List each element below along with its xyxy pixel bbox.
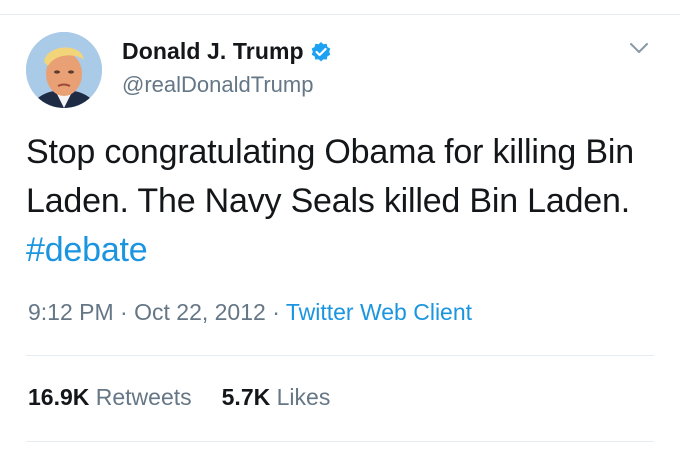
author-handle[interactable]: @realDonaldTrump — [122, 72, 313, 98]
author-name[interactable]: Donald J. Trump — [122, 38, 304, 65]
chevron-down-icon[interactable] — [628, 40, 650, 56]
tweet-body: Stop congratulating Obama for killing Bi… — [26, 133, 634, 220]
top-divider — [0, 14, 680, 15]
meta-separator: · — [265, 299, 286, 325]
verified-badge-icon — [310, 41, 332, 63]
retweets-stat[interactable]: 16.9K Retweets — [28, 384, 192, 411]
likes-label: Likes — [276, 384, 331, 410]
tweet-source-link[interactable]: Twitter Web Client — [286, 299, 472, 325]
tweet-stats: 16.9K Retweets 5.7K Likes — [28, 384, 330, 411]
author-name-row[interactable]: Donald J. Trump — [122, 38, 332, 65]
tweet-meta: 9:12 PM · Oct 22, 2012 · Twitter Web Cli… — [28, 299, 472, 326]
profile-photo-icon — [26, 32, 102, 108]
tweet-time[interactable]: 9:12 PM — [28, 299, 114, 325]
likes-stat[interactable]: 5.7K Likes — [222, 384, 331, 411]
tweet-card: Donald J. Trump @realDonaldTrump Stop co… — [0, 0, 680, 452]
retweets-label: Retweets — [95, 384, 192, 410]
divider — [26, 355, 654, 356]
tweet-text: Stop congratulating Obama for killing Bi… — [26, 128, 656, 275]
avatar[interactable] — [26, 32, 102, 108]
hashtag-link[interactable]: #debate — [26, 231, 148, 269]
retweets-count: 16.9K — [28, 384, 90, 410]
likes-count: 5.7K — [221, 384, 271, 410]
tweet-date[interactable]: Oct 22, 2012 — [134, 299, 266, 325]
meta-separator: · — [113, 299, 135, 325]
divider — [26, 441, 654, 442]
